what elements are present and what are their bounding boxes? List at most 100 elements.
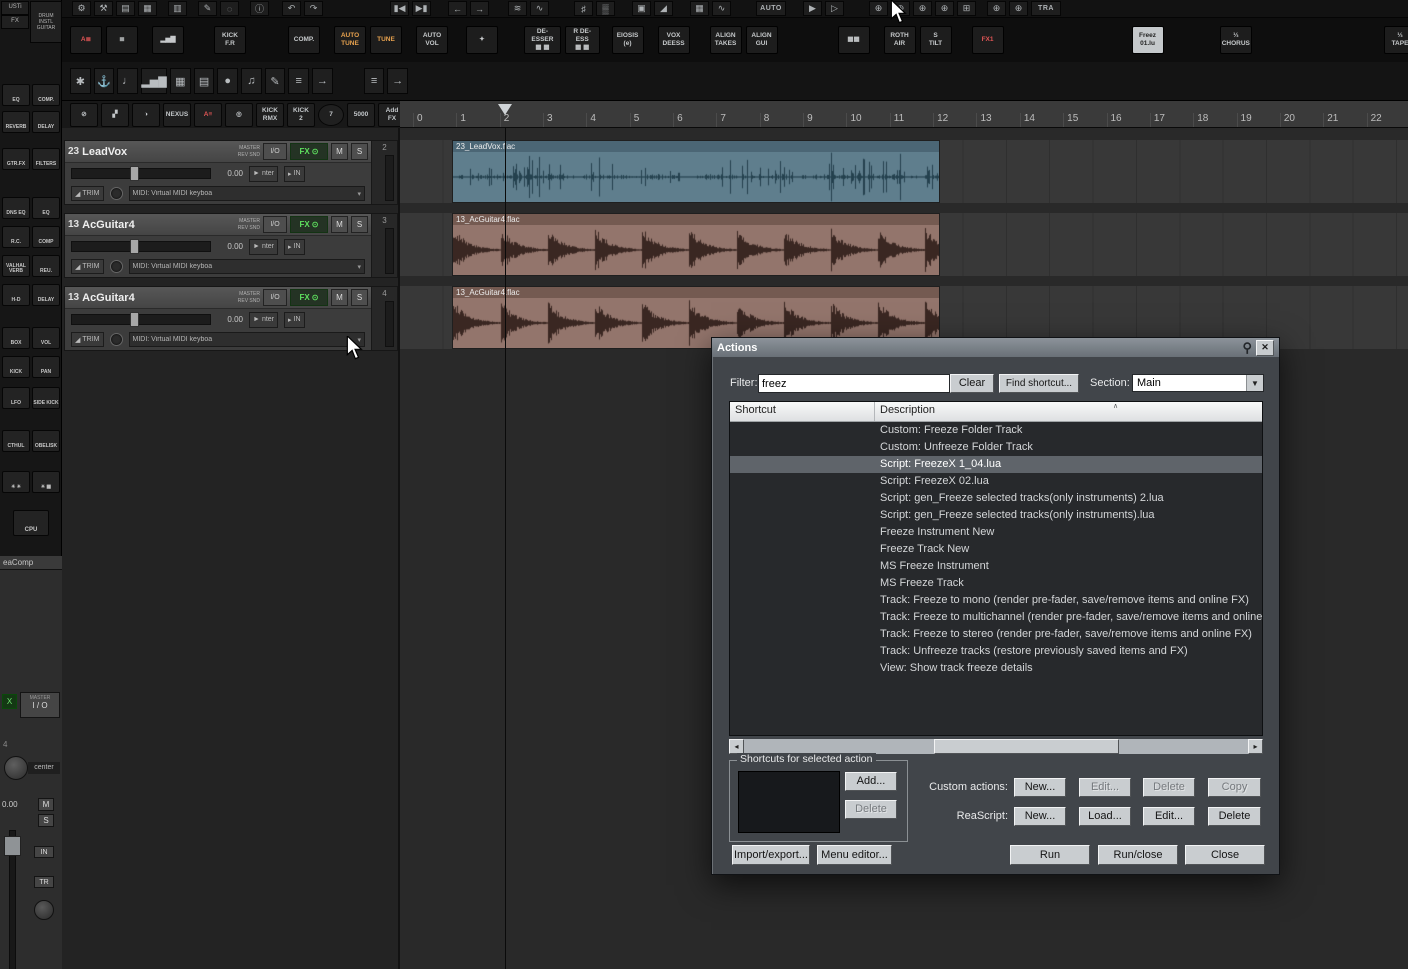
reacomp-tab[interactable]: eaComp <box>0 556 62 569</box>
kick-2-button[interactable]: KICK 2 <box>287 103 315 127</box>
master-tr-button[interactable]: TR <box>34 876 54 888</box>
sidebar-fx-button[interactable]: DNS EQ <box>2 197 30 219</box>
accordion-icon[interactable]: ▤ <box>194 68 215 94</box>
column-shortcut[interactable]: Shortcut <box>730 402 875 421</box>
master-fader-handle[interactable] <box>4 836 21 856</box>
auto-tune-button[interactable]: AUTO TUNE <box>334 26 366 54</box>
arrow-icon[interactable]: → <box>387 68 408 94</box>
custom-edit-button[interactable]: Edit... <box>1079 778 1131 797</box>
auto-vol-button[interactable]: AUTO VOL <box>416 26 448 54</box>
layout-icon[interactable]: ▥ <box>168 1 187 16</box>
action-row[interactable]: Track: Freeze to stereo (render pre-fade… <box>730 626 1262 643</box>
mixer-icon[interactable]: ≡ <box>288 68 309 94</box>
master-io-button[interactable]: MASTER I / O <box>20 692 60 718</box>
pencil-icon[interactable]: ✎ <box>198 1 217 16</box>
sidebar-fx-button[interactable]: ✳ ✳ <box>2 471 30 493</box>
tracks-label[interactable]: TRA <box>1031 1 1061 16</box>
monitor-button[interactable]: ►nter <box>249 166 278 182</box>
action-row[interactable]: MS Freeze Instrument <box>730 558 1262 575</box>
action-row[interactable]: Custom: Unfreeze Folder Track <box>730 439 1262 456</box>
action-row[interactable]: Track: Freeze to multichannel (render pr… <box>730 609 1262 626</box>
fx-chain-icon[interactable]: ✱ <box>70 68 91 94</box>
sidebar-fx-button[interactable]: REU. <box>32 255 60 277</box>
kick-rmx-button[interactable]: KICK RMX <box>256 103 284 127</box>
custom-new-button[interactable]: New... <box>1014 778 1066 797</box>
sidebar-fx-button[interactable]: FILTERS <box>32 148 60 170</box>
pin-icon[interactable]: ⚲ <box>1242 341 1252 355</box>
nexus-button[interactable]: NEXUS <box>163 103 191 127</box>
action-row[interactable]: Freeze Track New <box>730 541 1262 558</box>
notes-icon[interactable]: ≣ <box>106 26 138 54</box>
reascript-load-button[interactable]: Load... <box>1079 807 1131 826</box>
monitor-button[interactable]: ►nter <box>249 312 278 328</box>
section-select[interactable]: Main ▼ <box>1132 374 1264 392</box>
grid-icon[interactable]: ▒ <box>596 1 615 16</box>
add-icon-5[interactable]: ⊕ <box>987 1 1006 16</box>
sidebar-fx-button[interactable]: VALHAL VERB <box>2 255 30 277</box>
sidebar-fx-button[interactable]: VOL <box>32 327 60 349</box>
fader-handle[interactable] <box>130 166 139 181</box>
comp-button[interactable]: COMP. <box>288 26 320 54</box>
action-row[interactable]: Freeze Instrument New <box>730 524 1262 541</box>
close-button[interactable]: Close <box>1185 845 1265 865</box>
kick-fr-button[interactable]: KICK F.R <box>214 26 246 54</box>
automation-mode-button[interactable]: AUTO <box>756 1 786 16</box>
undo-icon[interactable]: ↶ <box>282 1 301 16</box>
media-item[interactable]: 13_AcGuitar4.flac <box>452 213 940 276</box>
clear-button[interactable]: Clear <box>950 374 994 393</box>
info-icon[interactable]: ⓘ <box>250 1 269 16</box>
ae-button[interactable]: A≡ <box>194 103 222 127</box>
track-panel[interactable]: 13 AcGuitar4 MASTERREV SND I/O FX⊙ M S <box>64 286 398 351</box>
sidebar-fx-button[interactable]: COMP. <box>32 84 60 106</box>
sidebar-fx-button[interactable]: H-D <box>2 284 30 306</box>
sidebar-fx-button[interactable]: DELAY <box>32 284 60 306</box>
fader-icon[interactable]: ≡ <box>364 68 385 94</box>
custom-delete-button[interactable]: Delete <box>1143 778 1195 797</box>
horizontal-scrollbar[interactable]: ◂ ▸ <box>729 739 1263 754</box>
add-icon-3[interactable]: ⊕ <box>913 1 932 16</box>
tools-icon[interactable]: ⚒ <box>94 1 113 16</box>
bypass-icon[interactable]: ⊘ <box>70 103 98 127</box>
save-icon[interactable]: ▤ <box>116 1 135 16</box>
midi-input-selector[interactable]: MIDI: Virtual MIDI keyboa ▾ <box>129 186 366 201</box>
action-row[interactable]: Custom: Freeze Folder Track <box>730 422 1262 439</box>
hook-icon[interactable]: ⚓ <box>94 68 115 94</box>
play-icon[interactable]: ▶ <box>803 1 822 16</box>
menu-editor-button[interactable]: Menu editor... <box>817 845 892 865</box>
automation-icon[interactable]: ∿ <box>530 1 549 16</box>
input-button[interactable]: ▸IN <box>284 239 305 255</box>
custom-copy-button[interactable]: Copy <box>1208 778 1261 797</box>
dialog-titlebar[interactable]: Actions ⚲ ✕ <box>712 338 1279 357</box>
play-outline-icon[interactable]: ▷ <box>825 1 844 16</box>
shortcut-listbox[interactable] <box>738 771 840 833</box>
draw-icon[interactable]: ✎ <box>265 68 286 94</box>
add-icon-4[interactable]: ⊕ <box>935 1 954 16</box>
close-icon[interactable]: ✕ <box>1256 340 1274 356</box>
reascript-edit-button[interactable]: Edit... <box>1143 807 1195 826</box>
sidebar-fx-button[interactable]: GTR.FX <box>2 148 30 170</box>
track-name[interactable]: LeadVox <box>82 146 127 158</box>
mute-button[interactable]: M <box>331 216 348 233</box>
action-row[interactable]: Script: gen_Freeze selected tracks(only … <box>730 490 1262 507</box>
music-icon[interactable]: ♫ <box>241 68 262 94</box>
de-esser-button[interactable]: DE-ESSER ▦ ▦ <box>524 26 561 54</box>
reascript-delete-button[interactable]: Delete <box>1208 807 1261 826</box>
sidebar-fx-button[interactable]: EQ <box>32 197 60 219</box>
fx-corner-button[interactable]: FX <box>1 15 29 29</box>
reascript-new-button[interactable]: New... <box>1014 807 1066 826</box>
record-arm-button[interactable] <box>110 333 123 346</box>
seven-icon[interactable]: 7 <box>318 104 344 126</box>
fx-button[interactable]: FX⊙ <box>290 216 328 233</box>
meter-icon[interactable]: ▂▅▇ <box>141 68 167 94</box>
r-de-ess-button[interactable]: R DE-ESS ▦ ▦ <box>565 26 600 54</box>
drum-inst-guitar-button[interactable]: DRUM INSTL GUITAR <box>30 1 62 43</box>
record-arm-button[interactable] <box>110 187 123 200</box>
track-name[interactable]: AcGuitar4 <box>82 219 135 231</box>
headphones-icon[interactable]: ◑ <box>132 103 160 127</box>
chorus-button[interactable]: ⅓ CHORUS <box>1220 26 1252 54</box>
ai-logo-icon[interactable]: A≣ <box>70 26 102 54</box>
column-description[interactable]: Description ∧ <box>875 402 1262 421</box>
sidebar-fx-button[interactable]: EQ <box>2 84 30 106</box>
mute-button[interactable]: M <box>331 143 348 160</box>
redo-icon[interactable]: ↷ <box>304 1 323 16</box>
